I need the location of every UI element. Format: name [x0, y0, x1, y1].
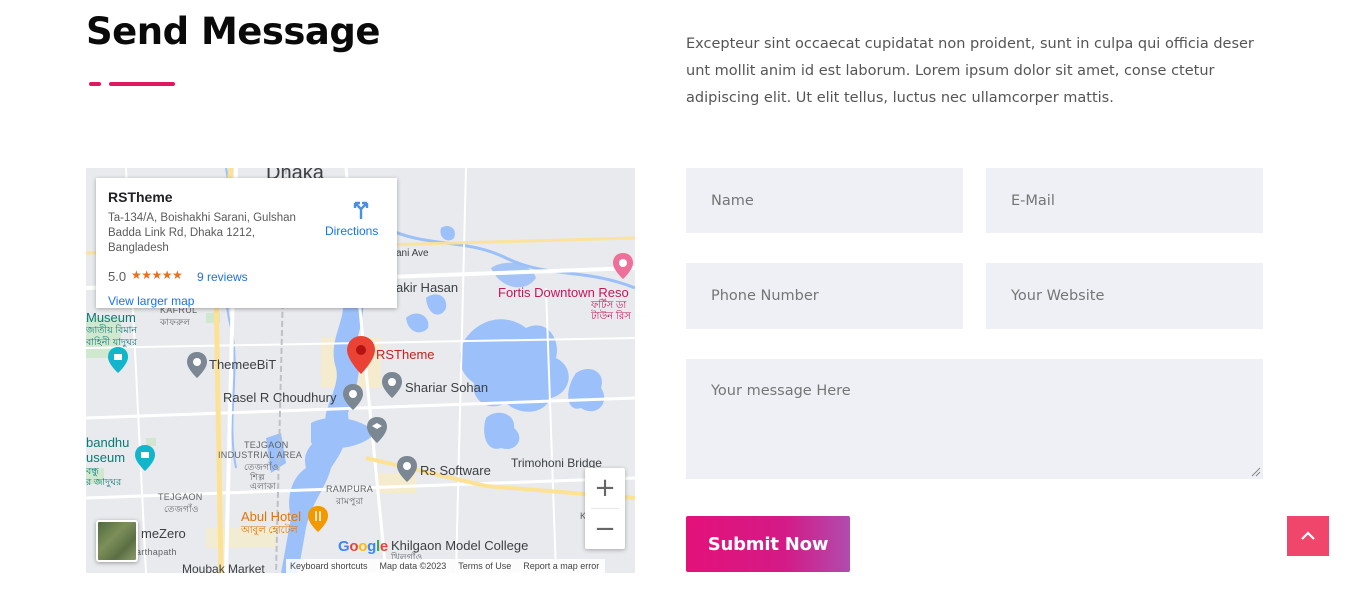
- map-label-bandhu2: useum: [86, 450, 126, 465]
- map-label-arthapath: arthapath: [136, 547, 177, 557]
- place-info-card: RSTheme Ta-134/A, Boishakhi Sarani, Guls…: [96, 178, 397, 308]
- map-label-tejgaon-ind: TEJGAON: [244, 440, 289, 450]
- email-input[interactable]: E-Mail: [986, 168, 1263, 233]
- message-textarea[interactable]: Your message Here: [686, 359, 1263, 479]
- poi-museum-icon[interactable]: [108, 347, 128, 373]
- place-name: RSTheme: [108, 189, 173, 205]
- map-label-mezero: meZero: [141, 526, 186, 541]
- resize-grip-icon[interactable]: [1251, 467, 1261, 477]
- map-label-bandhu-bn2: র জাদুঘর: [86, 477, 122, 488]
- poi-pin-icon-rasel[interactable]: [343, 384, 363, 410]
- phone-placeholder: Phone Number: [711, 288, 819, 304]
- map-attribution: Keyboard shortcuts Map data ©2023 Terms …: [286, 559, 606, 573]
- submit-button[interactable]: Submit Now: [686, 516, 850, 572]
- map-label-rampura: RAMPURA: [326, 484, 374, 494]
- map-label-tejgaon-ind2: INDUSTRIAL AREA: [218, 450, 303, 460]
- map-label-museum: Museum: [86, 310, 136, 325]
- map-label-tejgaon-ind-bn3: এলাকা: [250, 481, 276, 491]
- website-placeholder: Your Website: [1011, 288, 1105, 304]
- map-label-akir-hasan: akir Hasan: [396, 280, 459, 295]
- poi-pin-icon-rs-software[interactable]: [397, 456, 417, 482]
- zoom-out-button[interactable]: −: [585, 509, 625, 549]
- map-label-abul-hotel-bn: আবুল হোটেল: [241, 525, 298, 536]
- map-label-shariar-sohan: Shariar Sohan: [405, 380, 489, 395]
- poi-restaurant-icon[interactable]: [308, 506, 328, 532]
- poi-pin-icon-shariar[interactable]: [382, 372, 402, 398]
- map-label-rasel: Rasel R Choudhury: [223, 390, 337, 405]
- website-input[interactable]: Your Website: [986, 263, 1263, 329]
- phone-input[interactable]: Phone Number: [686, 263, 963, 329]
- map-data-text: Map data ©2023: [379, 561, 447, 571]
- report-map-error-link[interactable]: Report a map error: [523, 561, 599, 571]
- map-label-kafrul-bn: কাফরুল: [160, 317, 191, 327]
- map-label-road: ani Ave: [396, 248, 429, 259]
- map-label-abul-hotel: Abul Hotel: [241, 509, 301, 524]
- directions-link[interactable]: Directions: [325, 224, 378, 238]
- zoom-in-button[interactable]: +: [585, 468, 625, 508]
- title-underline-dot: [89, 82, 101, 86]
- chevron-up-icon: [1301, 531, 1315, 540]
- email-placeholder: E-Mail: [1011, 192, 1055, 209]
- map-pin-icon[interactable]: [347, 336, 375, 374]
- title-underline-bar: [109, 82, 175, 86]
- back-to-top-button[interactable]: [1287, 516, 1329, 556]
- place-rating: 5.0: [108, 269, 127, 284]
- view-larger-map-link[interactable]: View larger map: [108, 294, 194, 308]
- map-label-rstheme: RSTheme: [376, 347, 435, 362]
- poi-museum-icon-bandhu[interactable]: [135, 445, 155, 471]
- place-address: Ta-134/A, Boishakhi Sarani, Gulshan Badd…: [108, 212, 296, 254]
- google-logo: Google: [338, 538, 388, 555]
- map-label-tejgaon: TEJGAON: [158, 492, 203, 502]
- reviews-link[interactable]: 9 reviews: [197, 270, 248, 284]
- map-label-rs-software: Rs Software: [420, 463, 491, 478]
- message-placeholder: Your message Here: [711, 383, 851, 399]
- map-label-themeebit: ThemeeBiT: [209, 357, 277, 372]
- poi-pin-icon-themeebit[interactable]: [187, 352, 207, 378]
- map-label-rampura-bn: রামপুরা: [336, 496, 364, 506]
- satellite-toggle[interactable]: [96, 520, 138, 562]
- intro-text: Excepteur sint occaecat cupidatat non pr…: [686, 36, 1254, 106]
- name-placeholder: Name: [711, 192, 754, 209]
- google-map[interactable]: Dhaka ani Ave akir Hasan Fortis Downtown…: [86, 168, 635, 573]
- section-title: Send Message: [86, 10, 380, 53]
- zoom-controls: + −: [585, 468, 625, 549]
- rating-stars: ★★★★★: [131, 268, 183, 282]
- map-label-tejgaon-bn: তেজগাঁও: [164, 504, 199, 514]
- directions-icon[interactable]: [350, 198, 372, 220]
- map-label-bandhu: bandhu: [86, 435, 130, 450]
- map-label-moghbazar: Moubak Market: [182, 562, 265, 573]
- map-label-fortis-bn2: টাউন রিস: [591, 311, 631, 322]
- name-input[interactable]: Name: [686, 168, 963, 233]
- poi-hotel-icon-fortis[interactable]: [613, 253, 633, 279]
- poi-school-icon[interactable]: [367, 417, 387, 443]
- terms-of-use-link[interactable]: Terms of Use: [458, 561, 511, 571]
- keyboard-shortcuts-link[interactable]: Keyboard shortcuts: [290, 561, 368, 571]
